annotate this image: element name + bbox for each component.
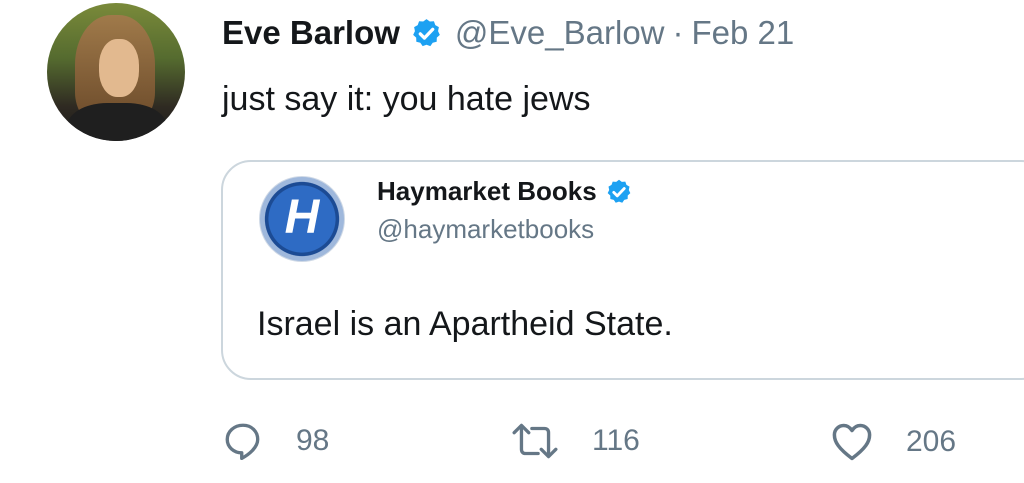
retweet-count: 116	[592, 424, 640, 457]
author-handle[interactable]: @Eve_Barlow	[455, 14, 665, 52]
quoted-avatar-letter: H	[284, 191, 320, 244]
reply-icon	[225, 423, 260, 461]
like-button[interactable]: 206	[830, 420, 956, 464]
author-avatar[interactable]	[47, 3, 185, 141]
retweet-button[interactable]: 116	[510, 420, 640, 462]
author-name[interactable]: Eve Barlow	[222, 14, 400, 52]
retweet-icon	[512, 423, 558, 459]
verified-badge-icon	[410, 17, 443, 50]
heart-icon	[832, 423, 872, 461]
reply-count: 98	[296, 424, 330, 457]
quoted-author-name[interactable]: Haymarket Books	[377, 176, 597, 207]
reply-button[interactable]: 98	[222, 420, 329, 462]
tweet-text: just say it: you hate jews	[222, 80, 591, 118]
quoted-tweet-text: Israel is an Apartheid State.	[257, 305, 673, 343]
avatar-face	[99, 39, 139, 97]
quoted-author-avatar[interactable]: H	[259, 176, 345, 262]
tweet-date[interactable]: Feb 21	[692, 14, 795, 52]
avatar-shirt	[67, 103, 167, 141]
verified-badge-icon	[605, 178, 633, 206]
quoted-author-handle[interactable]: @haymarketbooks	[377, 214, 594, 245]
tweet-actions: 98 116 206	[0, 420, 1024, 470]
tweet-header: Eve Barlow @Eve_Barlow · Feb 21	[222, 8, 794, 58]
like-count: 206	[906, 425, 957, 458]
quoted-author-name-row: Haymarket Books	[377, 176, 633, 207]
quoted-tweet-card[interactable]: H Haymarket Books @haymarketbooks Israel…	[221, 160, 1024, 380]
separator-dot: ·	[672, 14, 684, 51]
